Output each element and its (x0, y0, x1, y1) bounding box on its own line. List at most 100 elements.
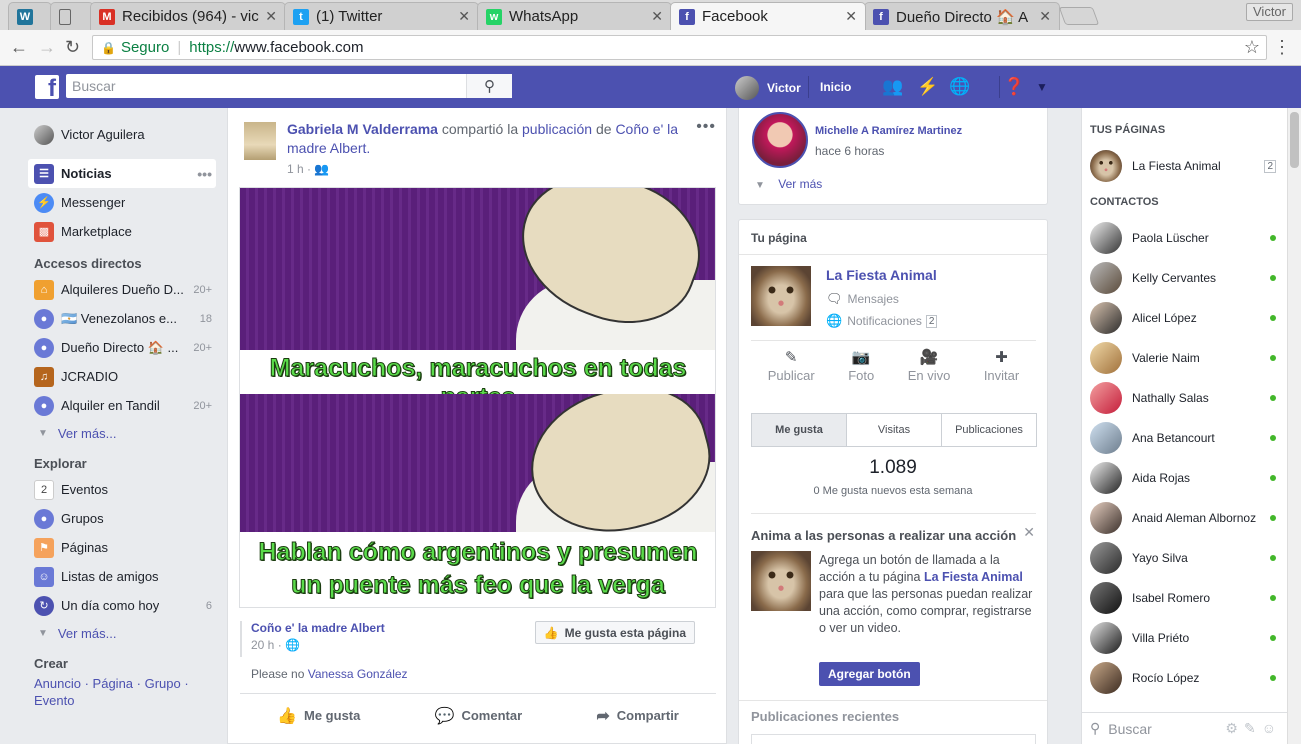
messages-label: Mensajes (847, 292, 899, 306)
post-image[interactable]: Maracuchos, maracuchos en todas partes H… (239, 187, 716, 608)
page-messages-link[interactable]: 🗨 Mensajes (826, 291, 899, 307)
story-avatar[interactable] (752, 112, 808, 168)
account-dropdown-icon[interactable]: ▼ (1031, 76, 1053, 98)
see-more-stories[interactable]: ▼ Ver más (755, 177, 822, 191)
contact-item[interactable]: Yayo Silva (1090, 540, 1280, 576)
close-tab-icon[interactable]: ✕ (458, 8, 470, 25)
page-invite-button[interactable]: ✚ Invitar (984, 348, 1019, 383)
comment-button[interactable]: 💬 Comentar (435, 706, 523, 726)
explore-item[interactable]: ↻ Un día como hoy 6 (28, 591, 216, 620)
story-person-name[interactable]: Michelle A Ramírez Martinez (815, 125, 962, 137)
contact-item[interactable]: Nathally Salas (1090, 380, 1280, 416)
shortcut-item[interactable]: ⌂ Alquileres Dueño D... 20+ (28, 275, 216, 304)
tab-posts[interactable]: Publicaciones (942, 414, 1036, 446)
explore-item[interactable]: ● Grupos (28, 504, 216, 533)
chat-settings-icon[interactable]: ⚙✎☺ (1225, 720, 1282, 737)
search-icon[interactable]: ⚲ (466, 74, 512, 98)
post-author-avatar[interactable] (244, 122, 276, 160)
reload-icon[interactable]: ↻ (65, 37, 80, 58)
sidebar-page-item[interactable]: La Fiesta Animal 2 (1090, 148, 1280, 184)
create-group-link[interactable]: Grupo (145, 676, 181, 691)
forward-arrow-icon[interactable]: → (38, 37, 56, 58)
page-photo-button[interactable]: 📷 Foto (848, 348, 874, 383)
scrollbar-thumb[interactable] (1290, 112, 1299, 168)
page-scrollbar[interactable] (1287, 108, 1301, 744)
close-tab-icon[interactable]: ✕ (651, 8, 663, 25)
like-page-button[interactable]: 👍 Me gusta esta página (534, 621, 695, 644)
sidebar-item-news-feed[interactable]: ☰ Noticias ••• (28, 159, 216, 188)
page-notifications-link[interactable]: 🌐 Notificaciones 2 (826, 313, 938, 329)
friend-requests-icon[interactable]: 👥 (882, 76, 904, 98)
share-button[interactable]: ➦ Compartir (596, 706, 679, 726)
contact-item[interactable]: Rocío López (1090, 660, 1280, 696)
create-page-link[interactable]: Página (93, 676, 133, 691)
shortcut-item[interactable]: ● 🇦🇷 Venezolanos e... 18 (28, 304, 216, 333)
search-input[interactable]: Buscar ⚲ (66, 74, 512, 98)
post-timestamp[interactable]: 1 h · 👥 (287, 162, 329, 176)
tab-likes[interactable]: Me gusta (752, 414, 847, 446)
explore-item[interactable]: ⚑ Páginas (28, 533, 216, 562)
contact-item[interactable]: Anaid Aleman Albornoz (1090, 500, 1280, 536)
post-options-icon[interactable]: ••• (696, 118, 716, 136)
create-ad-link[interactable]: Anuncio (34, 676, 81, 691)
publication-link[interactable]: publicación (522, 121, 592, 137)
create-event-link[interactable]: Evento (34, 693, 74, 708)
messenger-icon[interactable]: ⚡ (917, 76, 939, 98)
home-link[interactable]: Inicio (808, 76, 851, 98)
add-button-cta[interactable]: Agregar botón (819, 662, 920, 686)
explore-item[interactable]: ☺ Listas de amigos (28, 562, 216, 591)
see-more-explore[interactable]: ▼ Ver más... (28, 620, 216, 646)
contact-item[interactable]: Alicel López (1090, 300, 1280, 336)
contact-item[interactable]: Isabel Romero (1090, 580, 1280, 616)
notifications-globe-icon[interactable]: 🌐 (949, 76, 971, 98)
header-profile-link[interactable]: Victor (735, 76, 801, 100)
facebook-logo-icon[interactable]: f (35, 75, 59, 99)
contact-item[interactable]: Kelly Cervantes (1090, 260, 1280, 296)
contact-item[interactable]: Valerie Naim (1090, 340, 1280, 376)
sidebar-item-marketplace[interactable]: ▩ Marketplace (28, 217, 216, 246)
mention-link[interactable]: Vanessa González (308, 667, 408, 681)
bookmark-star-icon[interactable]: ☆ (1244, 37, 1260, 58)
new-tab-button[interactable] (1058, 7, 1100, 25)
close-tab-icon[interactable]: ✕ (265, 8, 277, 25)
page-name-link[interactable]: La Fiesta Animal (826, 267, 937, 283)
post-author-link[interactable]: Gabriela M Valderrama (287, 121, 438, 137)
contact-item[interactable]: Aida Rojas (1090, 460, 1280, 496)
profile-link[interactable]: Victor Aguilera (28, 120, 216, 149)
browser-menu-icon[interactable]: ⋮ (1273, 37, 1291, 58)
browser-tab[interactable]: f Facebook ✕ (670, 2, 866, 30)
browser-tab[interactable]: M Recibidos (964) - vic ✕ (90, 2, 286, 30)
contact-item[interactable]: Paola Lüscher (1090, 220, 1280, 256)
page-live-button[interactable]: 🎥 En vivo (908, 348, 951, 383)
browser-tab[interactable]: W (8, 2, 52, 30)
explore-item[interactable]: 2 Eventos (28, 475, 216, 504)
url-protocol: https:// (189, 39, 235, 56)
page-publish-button[interactable]: ✎ Publicar (768, 348, 815, 383)
cta-page-link[interactable]: La Fiesta Animal (924, 570, 1023, 584)
chat-search-input[interactable]: ⚲ Buscar ⚙✎☺ (1082, 712, 1288, 744)
back-arrow-icon[interactable]: ← (10, 37, 28, 58)
contact-item[interactable]: Villa Priéto (1090, 620, 1280, 656)
contact-name: Alicel López (1132, 311, 1197, 325)
sidebar-item-messenger[interactable]: ⚡ Messenger (28, 188, 216, 217)
browser-tab[interactable] (50, 2, 94, 30)
page-thumbnail[interactable] (751, 266, 811, 326)
tab-visits[interactable]: Visitas (847, 414, 942, 446)
browser-toolbar: ← → ↻ 🔒 Seguro | https:// www.facebook.c… (0, 30, 1301, 66)
see-more-shortcuts[interactable]: ▼ Ver más... (28, 420, 216, 446)
shortcut-item[interactable]: ● Dueño Directo 🏠 ... 20+ (28, 333, 216, 362)
shortcut-item[interactable]: ♫ JCRADIO (28, 362, 216, 391)
more-options-icon[interactable]: ••• (197, 166, 212, 182)
close-tab-icon[interactable]: ✕ (845, 8, 857, 25)
shortcut-item[interactable]: ● Alquiler en Tandil 20+ (28, 391, 216, 420)
contact-item[interactable]: Ana Betancourt (1090, 420, 1280, 456)
browser-tab[interactable]: t (1) Twitter ✕ (284, 2, 479, 30)
close-tab-icon[interactable]: ✕ (1039, 8, 1051, 25)
browser-tab[interactable]: w WhatsApp ✕ (477, 2, 672, 30)
address-bar[interactable]: 🔒 Seguro | https:// www.facebook.com ☆ (92, 35, 1267, 60)
close-icon[interactable]: ✕ (1023, 524, 1035, 541)
help-icon[interactable]: ❓ (999, 76, 1025, 98)
browser-profile-button[interactable]: Victor (1246, 3, 1293, 21)
like-button[interactable]: 👍 Me gusta (277, 706, 360, 726)
browser-tab[interactable]: f Dueño Directo 🏠 A ✕ (864, 2, 1060, 30)
